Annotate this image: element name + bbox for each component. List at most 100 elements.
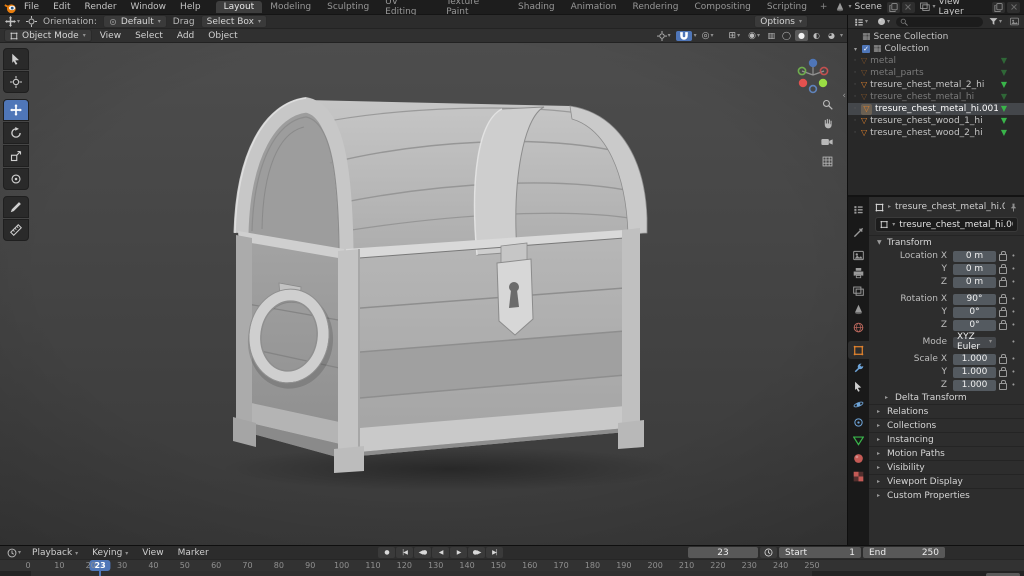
outliner-row-object[interactable]: ·▽ tresure_chest_wood_2_hi ▼ <box>848 127 1024 139</box>
tab-modeling[interactable]: Modeling <box>262 1 319 13</box>
eye-icon[interactable] <box>1010 116 1020 126</box>
eye-closed-icon[interactable] <box>1010 92 1020 102</box>
navigation-gizmo[interactable] <box>793 55 833 95</box>
playhead-line[interactable] <box>99 571 101 576</box>
tab-object-data[interactable] <box>848 431 869 449</box>
eye-closed-icon[interactable] <box>1010 56 1020 66</box>
lock-icon[interactable] <box>996 320 1009 330</box>
tab-shading[interactable]: Shading <box>510 1 563 13</box>
timeline-editor-type-dropdown[interactable]: ▾ <box>4 548 24 558</box>
tab-modifiers[interactable] <box>848 359 869 377</box>
lock-icon[interactable] <box>996 380 1009 390</box>
menu-view[interactable]: View <box>94 31 127 41</box>
jump-to-end-button[interactable]: ▶| <box>486 547 503 558</box>
animate-dot[interactable]: • <box>1009 321 1018 329</box>
menu-window[interactable]: Window <box>124 2 174 12</box>
location-z-input[interactable]: 0 m <box>953 277 996 288</box>
outliner-row-object[interactable]: ·▽ tresure_chest_wood_1_hi ▼ <box>848 115 1024 127</box>
shading-wireframe-button[interactable]: ◯ <box>780 30 793 41</box>
next-keyframe-button[interactable]: ●▶ <box>468 547 485 558</box>
eye-icon[interactable] <box>1010 44 1020 54</box>
viewport-3d[interactable]: ‹ <box>0 43 847 545</box>
select-mode-dropdown[interactable]: Select Box ▾ <box>201 15 267 28</box>
eye-icon[interactable] <box>1010 80 1020 90</box>
sidebar-collapse-arrow[interactable]: ‹ <box>842 91 846 101</box>
lock-icon[interactable] <box>996 307 1009 317</box>
eye-icon[interactable] <box>1010 104 1020 114</box>
outliner-search-input[interactable] <box>896 17 983 27</box>
scale-z-input[interactable]: 1.000 <box>953 380 996 391</box>
end-frame-field[interactable]: End 250 <box>863 547 945 558</box>
record-button[interactable]: ● <box>378 547 395 558</box>
lock-icon[interactable] <box>996 251 1009 261</box>
menu-edit[interactable]: Edit <box>46 2 77 12</box>
play-reverse-button[interactable]: ◀ <box>432 547 449 558</box>
viewport-display-panel-header[interactable]: ▸Viewport Display <box>869 474 1024 488</box>
rotation-z-input[interactable]: 0° <box>953 320 996 331</box>
active-tool-icon[interactable]: ▾ <box>5 16 20 27</box>
animate-dot[interactable]: • <box>1009 278 1018 286</box>
tab-rendering[interactable]: Rendering <box>625 1 687 13</box>
timeline-ruler[interactable]: 23 0102030405060708090100110120130140150… <box>0 559 1024 571</box>
outliner-filter-id-dropdown[interactable]: ▾ <box>874 17 893 26</box>
delta-transform-panel-header[interactable]: ▸ Delta Transform <box>869 391 1024 404</box>
add-workspace-button[interactable]: + <box>815 1 833 13</box>
tab-editor-type[interactable] <box>848 200 869 218</box>
animate-dot[interactable]: • <box>1009 308 1018 316</box>
animate-dot[interactable]: • <box>1009 368 1018 376</box>
current-frame-field[interactable]: 23 <box>688 547 758 558</box>
play-button[interactable]: ▶ <box>450 547 467 558</box>
outliner-row-collection[interactable]: ▾ ✓ ▦ Collection <box>848 43 1024 55</box>
new-scene-button[interactable] <box>887 2 900 13</box>
outliner-row-scene-collection[interactable]: ▦ Scene Collection <box>848 31 1024 43</box>
menu-render[interactable]: Render <box>78 2 124 12</box>
auto-keying-toggle[interactable] <box>760 547 777 558</box>
tool-move[interactable] <box>3 99 29 121</box>
orientation-dropdown[interactable]: Default ▾ <box>103 15 167 28</box>
tool-annotate[interactable] <box>3 196 29 218</box>
breadcrumb-object-name[interactable]: tresure_chest_metal_hi.001 <box>895 202 1005 212</box>
relations-panel-header[interactable]: ▸Relations <box>869 404 1024 418</box>
tab-world[interactable] <box>848 318 869 336</box>
outliner-display-mode-dropdown[interactable]: ▾ <box>851 17 871 27</box>
blender-logo-icon[interactable] <box>4 1 17 14</box>
animate-dot[interactable]: • <box>1009 381 1018 389</box>
lock-icon[interactable] <box>996 354 1009 364</box>
shading-rendered-button[interactable]: ◕ <box>825 30 838 41</box>
outliner-row-object[interactable]: ·▽ metal ▼ <box>848 55 1024 67</box>
menu-file[interactable]: File <box>17 2 46 12</box>
menu-help[interactable]: Help <box>173 2 208 12</box>
tab-sculpting[interactable]: Sculpting <box>319 1 377 13</box>
shading-solid-button[interactable]: ● <box>795 30 808 41</box>
rotation-mode-dropdown[interactable]: XYZ Euler ▾ <box>953 337 996 348</box>
outliner-row-object-selected[interactable]: ·▽ tresure_chest_metal_hi.001 ▼ <box>848 103 1024 115</box>
delete-view-layer-button[interactable] <box>1007 2 1020 13</box>
tab-layout[interactable]: Layout <box>216 1 263 13</box>
camera-view-icon[interactable] <box>818 133 836 151</box>
tab-constraints[interactable] <box>848 413 869 431</box>
tab-tool[interactable] <box>848 223 869 241</box>
scene-selector[interactable]: ▾ Scene <box>832 2 884 12</box>
menu-select[interactable]: Select <box>129 31 169 41</box>
animate-dot[interactable]: • <box>1009 295 1018 303</box>
treasure-chest-model[interactable] <box>0 43 847 545</box>
move-gizmo-icon[interactable] <box>26 16 37 27</box>
transform-panel-header[interactable]: ▼ Transform <box>869 235 1024 249</box>
xray-toggle[interactable]: ▥ <box>765 30 778 41</box>
previous-keyframe-button[interactable]: ◀● <box>414 547 431 558</box>
start-frame-field[interactable]: Start 1 <box>779 547 861 558</box>
object-name-field[interactable]: ▾ tresure_chest_metal_hi.001 <box>875 217 1018 232</box>
outliner-row-object[interactable]: ·▽ metal_parts ▼ <box>848 67 1024 79</box>
custom-properties-panel-header[interactable]: ▸Custom Properties <box>869 488 1024 502</box>
outliner-row-object[interactable]: ·▽ tresure_chest_metal_hi ▼ <box>848 91 1024 103</box>
tab-scene[interactable] <box>848 300 869 318</box>
tab-animation[interactable]: Animation <box>563 1 625 13</box>
eye-closed-icon[interactable] <box>1010 68 1020 78</box>
tool-transform[interactable] <box>3 168 29 190</box>
menu-object[interactable]: Object <box>202 31 243 41</box>
location-x-input[interactable]: 0 m <box>953 251 996 262</box>
tab-render[interactable] <box>848 246 869 264</box>
options-dropdown[interactable]: Options ▾ <box>754 15 808 28</box>
proportional-editing-dropdown[interactable]: ◎▾ <box>699 31 717 41</box>
new-view-layer-button[interactable] <box>992 2 1005 13</box>
